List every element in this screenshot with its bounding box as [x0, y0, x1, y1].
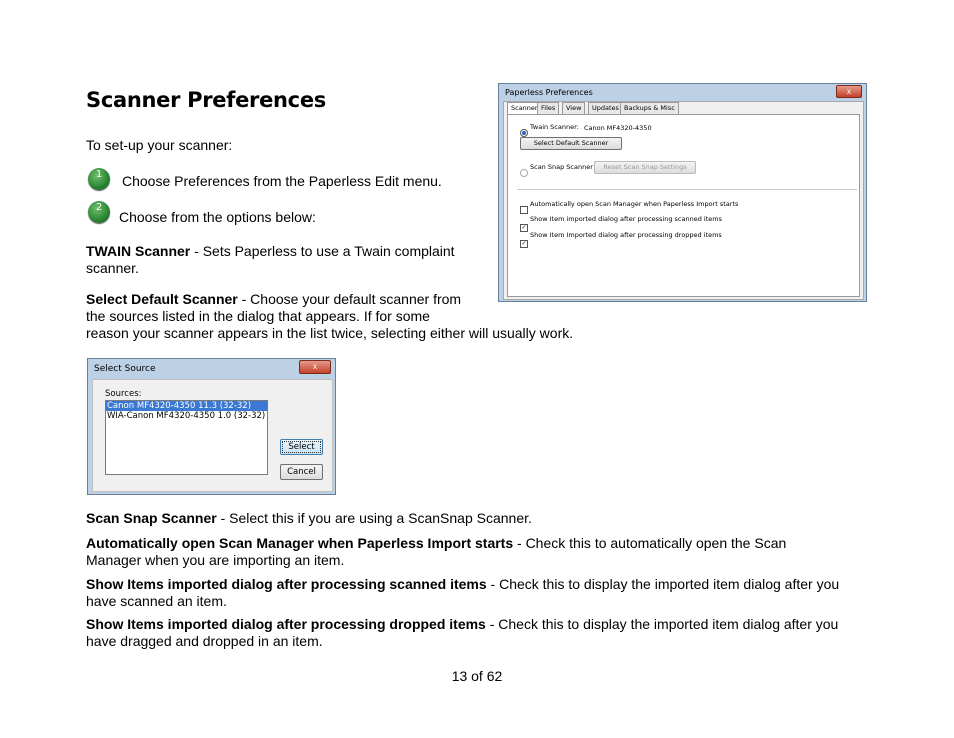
show-dropped-checkbox[interactable]: ✓: [520, 232, 528, 250]
tab-view[interactable]: View: [562, 102, 586, 114]
twain-description: TWAIN Scanner - Sets Paperless to use a …: [86, 243, 455, 276]
source-item[interactable]: Canon MF4320-4350 11.3 (32-32): [106, 401, 267, 411]
sources-label: Sources:: [105, 389, 142, 399]
dialog-title: Select Source: [94, 364, 156, 374]
page-title: Scanner Preferences: [86, 88, 326, 112]
intro-text: To set-up your scanner:: [86, 137, 233, 153]
step-1-badge-icon: 1: [88, 168, 110, 190]
scanner-panel: Twain Scanner: Canon MF4320-4350 Select …: [507, 114, 860, 297]
tab-updates[interactable]: Updates: [588, 102, 623, 114]
cancel-button[interactable]: Cancel: [280, 464, 323, 480]
page-number: 13 of 62: [451, 668, 503, 684]
window-title: Paperless Preferences: [505, 88, 593, 97]
reset-scansnap-button[interactable]: Reset Scan Snap Settings: [594, 161, 696, 174]
show-dropped-label: Show Item Imported dialog after processi…: [530, 231, 722, 239]
auto-open-description: Automatically open Scan Manager when Pap…: [86, 535, 787, 568]
step-2-badge-icon: 2: [88, 201, 110, 223]
source-item[interactable]: WIA-Canon MF4320-4350 1.0 (32-32): [106, 411, 267, 421]
dialog-client: Sources: Canon MF4320-4350 11.3 (32-32) …: [92, 379, 333, 492]
twain-value: Canon MF4320-4350: [584, 124, 652, 132]
auto-open-label: Automatically open Scan Manager when Pap…: [530, 200, 739, 208]
select-button[interactable]: Select: [280, 439, 323, 455]
scanned-description: Show Items imported dialog after process…: [86, 576, 840, 609]
divider: [517, 189, 857, 190]
show-scanned-label: Show Item imported dialog after processi…: [530, 215, 722, 223]
scansnap-radio[interactable]: [520, 164, 528, 182]
step-2-text: Choose from the options below:: [119, 209, 316, 225]
close-icon[interactable]: x: [836, 85, 862, 98]
tab-files[interactable]: Files: [537, 102, 560, 114]
paperless-preferences-window: Paperless Preferences x Scanner Files Vi…: [498, 83, 867, 302]
sources-listbox[interactable]: Canon MF4320-4350 11.3 (32-32) WIA-Canon…: [105, 400, 268, 475]
close-icon[interactable]: x: [299, 360, 331, 374]
select-default-scanner-button[interactable]: Select Default Scanner: [520, 137, 622, 150]
tab-backups-misc[interactable]: Backups & Misc: [620, 102, 679, 114]
dropped-description: Show Items imported dialog after process…: [86, 616, 839, 649]
scansnap-description: Scan Snap Scanner - Select this if you a…: [86, 510, 532, 526]
scansnap-label: Scan Snap Scanner: [530, 163, 593, 171]
select-source-dialog: Select Source x Sources: Canon MF4320-43…: [87, 358, 336, 495]
window-client: Scanner Files View Updates Backups & Mis…: [503, 101, 864, 300]
twain-label: Twain Scanner:: [530, 123, 579, 131]
step-1-text: Choose Preferences from the Paperless Ed…: [122, 173, 442, 189]
